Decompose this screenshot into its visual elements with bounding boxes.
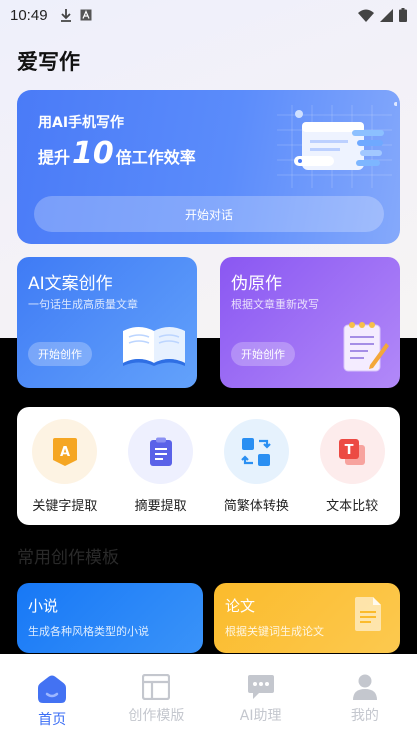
convert-icon — [241, 437, 272, 466]
tool-compare-label: 文本比较 — [326, 499, 379, 514]
templates-section-title: 常用创作模板 — [17, 548, 119, 568]
ai-copywriting-card[interactable]: AI文案创作 一句话生成高质量文章 开始创作 — [17, 257, 197, 388]
ai-copywriting-title: AI文案创作 — [28, 274, 113, 294]
tab-profile-label: 我的 — [350, 708, 379, 724]
rewrite-start-button[interactable]: 开始创作 — [231, 342, 295, 366]
font-app-icon — [80, 9, 92, 21]
hero-slogan: 提升 10 倍工作效率 — [38, 136, 196, 171]
tab-templates-label: 创作模版 — [128, 708, 185, 724]
hero-banner[interactable]: 用AI手机写作 提升 10 倍工作效率 开始对话 — [17, 90, 400, 244]
download-icon — [60, 9, 71, 22]
template-icon — [142, 674, 171, 700]
tool-summary-label: 摘要提取 — [134, 499, 187, 514]
tab-profile[interactable]: 我的 — [313, 654, 417, 743]
status-time: 10:49 — [10, 6, 48, 24]
notepad-pen-icon — [343, 322, 389, 372]
compare-icon: T — [339, 438, 366, 465]
wifi-icon — [358, 9, 374, 22]
battery-icon — [399, 8, 407, 22]
hero-slogan-suffix: 倍工作效率 — [115, 148, 196, 167]
rewrite-card[interactable]: 伪原作 根据文章重新改写 开始创作 — [220, 257, 400, 388]
tab-home[interactable]: 首页 — [0, 654, 104, 743]
hero-slogan-prefix: 提升 — [38, 148, 71, 167]
svg-text:A: A — [60, 445, 70, 460]
chat-icon — [247, 675, 274, 699]
svg-text:T: T — [345, 443, 354, 458]
tool-simp-trad-convert[interactable]: 简繁体转换 — [209, 407, 305, 525]
keyword-icon-circle: A — [32, 419, 98, 484]
template-novel-subtitle: 生成各种风格类型的小说 — [28, 625, 149, 638]
profile-icon — [352, 674, 377, 700]
template-novel-card[interactable]: 小说 生成各种风格类型的小说 — [17, 583, 203, 653]
app-title: 爱写作 — [17, 50, 80, 74]
template-novel-title: 小说 — [28, 597, 59, 615]
convert-icon-circle — [223, 419, 289, 484]
tab-home-label: 首页 — [38, 712, 67, 728]
tool-keyword-extract[interactable]: A 关键字提取 — [17, 407, 113, 525]
start-chat-button[interactable]: 开始对话 — [34, 196, 384, 232]
tab-templates[interactable]: 创作模版 — [104, 654, 208, 743]
hero-title: 用AI手机写作 — [38, 115, 125, 131]
tab-ai-assistant-label: AI助理 — [239, 708, 282, 724]
writing-illustration-icon — [277, 102, 397, 188]
keyword-icon: A — [52, 437, 77, 466]
document-icon — [355, 597, 381, 631]
summary-icon-circle — [128, 419, 194, 484]
template-paper-card[interactable]: 论文 根据关键词生成论文 — [214, 583, 400, 653]
ai-copywriting-subtitle: 一句话生成高质量文章 — [28, 298, 138, 311]
rewrite-subtitle: 根据文章重新改写 — [231, 298, 319, 311]
ai-copywriting-start-button[interactable]: 开始创作 — [28, 342, 92, 366]
summary-icon — [149, 437, 172, 466]
rewrite-title: 伪原作 — [231, 274, 282, 294]
tool-text-compare[interactable]: T 文本比较 — [304, 407, 400, 525]
tab-ai-assistant[interactable]: AI助理 — [209, 654, 313, 743]
template-paper-subtitle: 根据关键词生成论文 — [225, 625, 324, 638]
hero-slogan-number: 10 — [72, 136, 114, 171]
template-paper-title: 论文 — [225, 597, 256, 615]
tool-keyword-label: 关键字提取 — [32, 499, 98, 514]
status-bar: 10:49 — [0, 0, 417, 30]
tool-convert-label: 简繁体转换 — [223, 499, 289, 514]
tools-panel: A 关键字提取 摘要提取 简繁体转换 T 文本比较 — [17, 407, 400, 525]
open-book-icon — [123, 327, 185, 366]
signal-icon — [380, 8, 393, 22]
bottom-tab-bar: 首页 创作模版 AI助理 我的 — [0, 654, 417, 743]
home-icon — [38, 675, 67, 703]
tool-summary-extract[interactable]: 摘要提取 — [113, 407, 209, 525]
compare-icon-circle: T — [319, 419, 385, 484]
